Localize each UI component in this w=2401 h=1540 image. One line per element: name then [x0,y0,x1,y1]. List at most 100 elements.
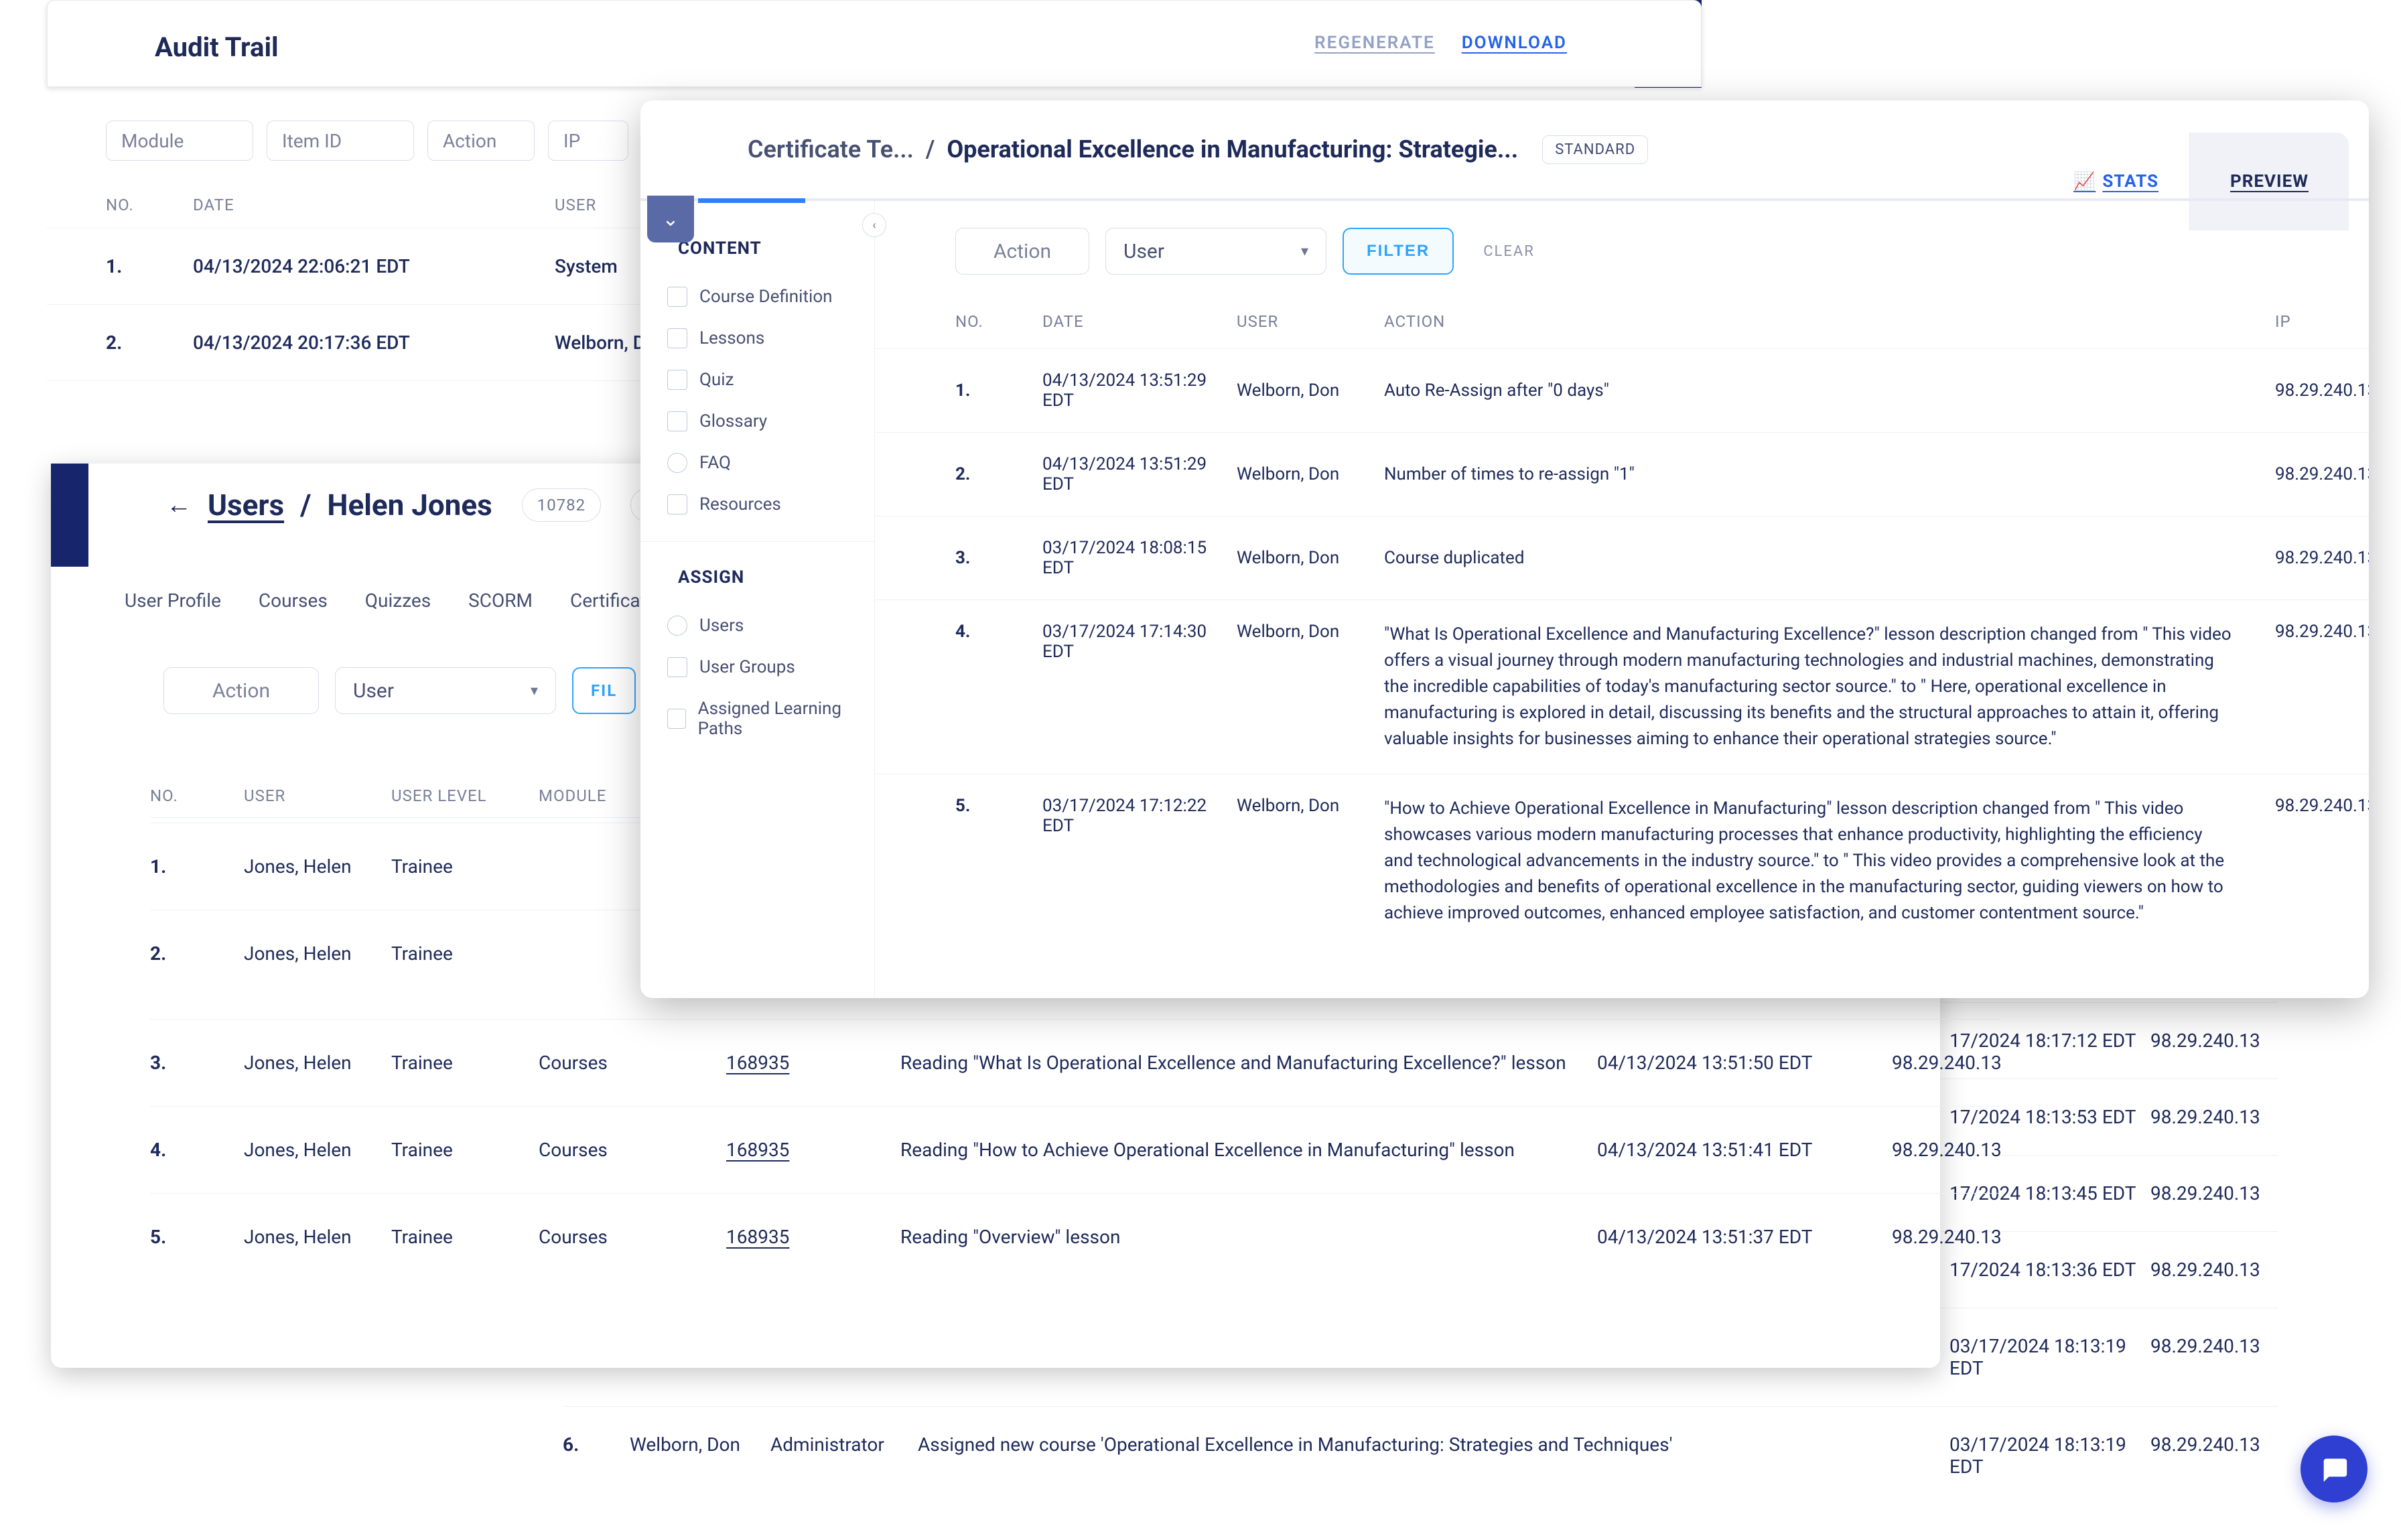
table-row[interactable]: 3. Jones, Helen Trainee Courses 168935 R… [150,1019,1999,1106]
filter-user[interactable]: User▾ [335,667,556,714]
cell-item-link[interactable]: 168935 [726,1052,900,1074]
cell-no: 3. [150,1052,244,1074]
table-row[interactable]: 3. 03/17/2024 18:08:15 EDT Welborn, Don … [875,516,2369,600]
filter-item-id[interactable]: Item ID [267,121,414,161]
group-icon [667,657,687,677]
audit-trail-header: Audit Trail REGENERATE DOWNLOAD [47,0,1702,87]
tab-quizzes[interactable]: Quizzes [365,589,431,622]
sidebar-item-users[interactable]: Users [640,605,874,646]
col-no: NO. [106,196,193,214]
cell-user: Jones, Helen [244,1052,391,1074]
cell-action: Reading "What Is Operational Excellence … [900,1052,1597,1074]
sidebar-collapse[interactable]: ‹ [862,213,886,237]
cell-ip: 98.29.240.13 [1892,1226,2133,1248]
table-row[interactable]: 2. 04/13/2024 13:51:29 EDT Welborn, Don … [875,432,2369,516]
table-row[interactable]: 5. Jones, Helen Trainee Courses 168935 R… [150,1193,1999,1280]
filter-action[interactable]: Action [427,121,535,161]
filter-user[interactable]: User▾ [1105,228,1326,275]
slash: / [300,488,311,522]
table-row[interactable]: 4. Jones, Helen Trainee Courses 168935 R… [150,1106,1999,1193]
stats-link[interactable]: 📈 STATS [2073,171,2158,192]
table-row[interactable]: 2. 04/13/2024 20:17:36 EDT Welborn, Don [47,305,642,381]
back-arrow-icon[interactable]: ← [166,490,192,520]
col-no: NO. [955,312,1042,331]
sidebar-item-lessons[interactable]: Lessons [640,318,874,359]
cell-ip: 98.29.240.13 [2275,548,2369,568]
cell-user: Jones, Helen [244,942,391,987]
cell-action: Course duplicated [1384,545,2275,571]
cell-ip: 98.29.240.13 [1892,1139,2133,1161]
cell-no: 2. [106,332,193,354]
cell-level: Administrator [770,1433,918,1478]
crumb-prefix[interactable]: Certificate Te... [748,135,914,163]
cell-level: Trainee [391,1052,539,1074]
cell-level: Trainee [391,1139,539,1161]
filter-bar: Action User▾ FIL [163,667,636,714]
header-actions: REGENERATE DOWNLOAD [1314,33,1567,53]
col-action: ACTION [1384,312,2275,331]
clear-button[interactable]: CLEAR [1483,243,1535,260]
cell-level: Trainee [391,942,539,987]
cell-no: 5. [955,796,1042,816]
user-tabs: User Profile Courses Quizzes SCORM Certi… [125,589,666,622]
regenerate-link[interactable]: REGENERATE [1314,33,1435,53]
table-row[interactable]: 6. Welborn, Don Administrator Assigned n… [563,1406,2278,1504]
filter-bar: Module Item ID Action IP [47,87,642,161]
sidebar-item-quiz[interactable]: Quiz [640,359,874,401]
download-link[interactable]: DOWNLOAD [1462,33,1567,53]
chat-button[interactable] [2301,1436,2368,1502]
cell-no: 4. [955,622,1042,642]
cell-action: "How to Achieve Operational Excellence i… [1384,796,2275,926]
cell-ip: 98.29.240.13 [1892,1052,2133,1074]
cell-date: 04/13/2024 13:51:41 EDT [1597,1139,1892,1161]
tab-scorm[interactable]: SCORM [468,589,533,622]
cell-date: 03/17/2024 18:13:19 EDT [1949,1335,2150,1379]
sidebar-item-resources[interactable]: Resources [640,484,874,525]
filter-button[interactable]: FILTER [1343,228,1454,275]
collapse-toggle[interactable]: ⌄ [647,196,694,242]
chart-icon: 📈 [2073,171,2096,192]
cell-ip: 98.29.240.13 [2275,796,2369,816]
cell-date: 04/13/2024 13:51:37 EDT [1597,1226,1892,1248]
sidebar-item-faq[interactable]: FAQ [640,442,874,484]
table-row[interactable]: 4. 03/17/2024 17:14:30 EDT Welborn, Don … [875,600,2369,774]
filter-action[interactable]: Action [955,228,1089,275]
col-user: USER [244,786,391,805]
filter-bar: Action User▾ FILTER CLEAR [875,228,2369,275]
cell-date: 03/17/2024 18:08:15 EDT [1042,538,1237,578]
filter-ip[interactable]: IP [548,121,628,161]
cell-no: 2. [150,942,244,987]
cell-date: 03/17/2024 17:12:22 EDT [1042,796,1237,836]
users-link[interactable]: Users [208,488,284,522]
tab-user-profile[interactable]: User Profile [125,589,221,622]
sidebar-item-glossary[interactable]: Glossary [640,401,874,442]
cell-date: 04/13/2024 13:51:29 EDT [1042,370,1237,411]
cell-item-link[interactable]: 168935 [726,1226,900,1248]
sidebar-item-user-groups[interactable]: User Groups [640,646,874,688]
table-row[interactable]: 5. 03/17/2024 17:12:22 EDT Welborn, Don … [875,774,2369,948]
tab-courses[interactable]: Courses [259,589,328,622]
cell-ip: 98.29.240.13 [2275,464,2369,484]
user-icon [667,616,687,636]
sidebar-item-course-definition[interactable]: Course Definition [640,276,874,318]
list-icon [667,328,687,348]
filter-button[interactable]: FIL [572,667,636,714]
cell-date: 03/17/2024 18:13:19 EDT [1949,1433,2150,1478]
cell-ip: 98.29.240.13 [2275,380,2369,401]
cell-level: Trainee [391,1226,539,1248]
sidebar-item-learning-paths[interactable]: Assigned Learning Paths [640,688,874,750]
cell-no: 4. [150,1139,244,1161]
cell-action: Number of times to re-assign "1" [1384,462,2275,488]
table-row[interactable]: 1. 04/13/2024 13:51:29 EDT Welborn, Don … [875,348,2369,432]
cell-user: Welborn, Don [1237,380,1384,401]
table-head: NO. DATE USER ACTION IP [875,275,2369,348]
cell-no: 1. [955,380,1042,401]
user-id-chip: 10782 [522,488,601,522]
cell-no: 1. [106,255,193,277]
filter-action[interactable]: Action [163,667,319,714]
cell-action: Reading "Overview" lesson [900,1226,1597,1248]
cell-item-link[interactable]: 168935 [726,1139,900,1161]
cell-no: 6. [563,1433,630,1478]
filter-module[interactable]: Module [106,121,253,161]
table-row[interactable]: 1. 04/13/2024 22:06:21 EDT System [47,228,642,305]
